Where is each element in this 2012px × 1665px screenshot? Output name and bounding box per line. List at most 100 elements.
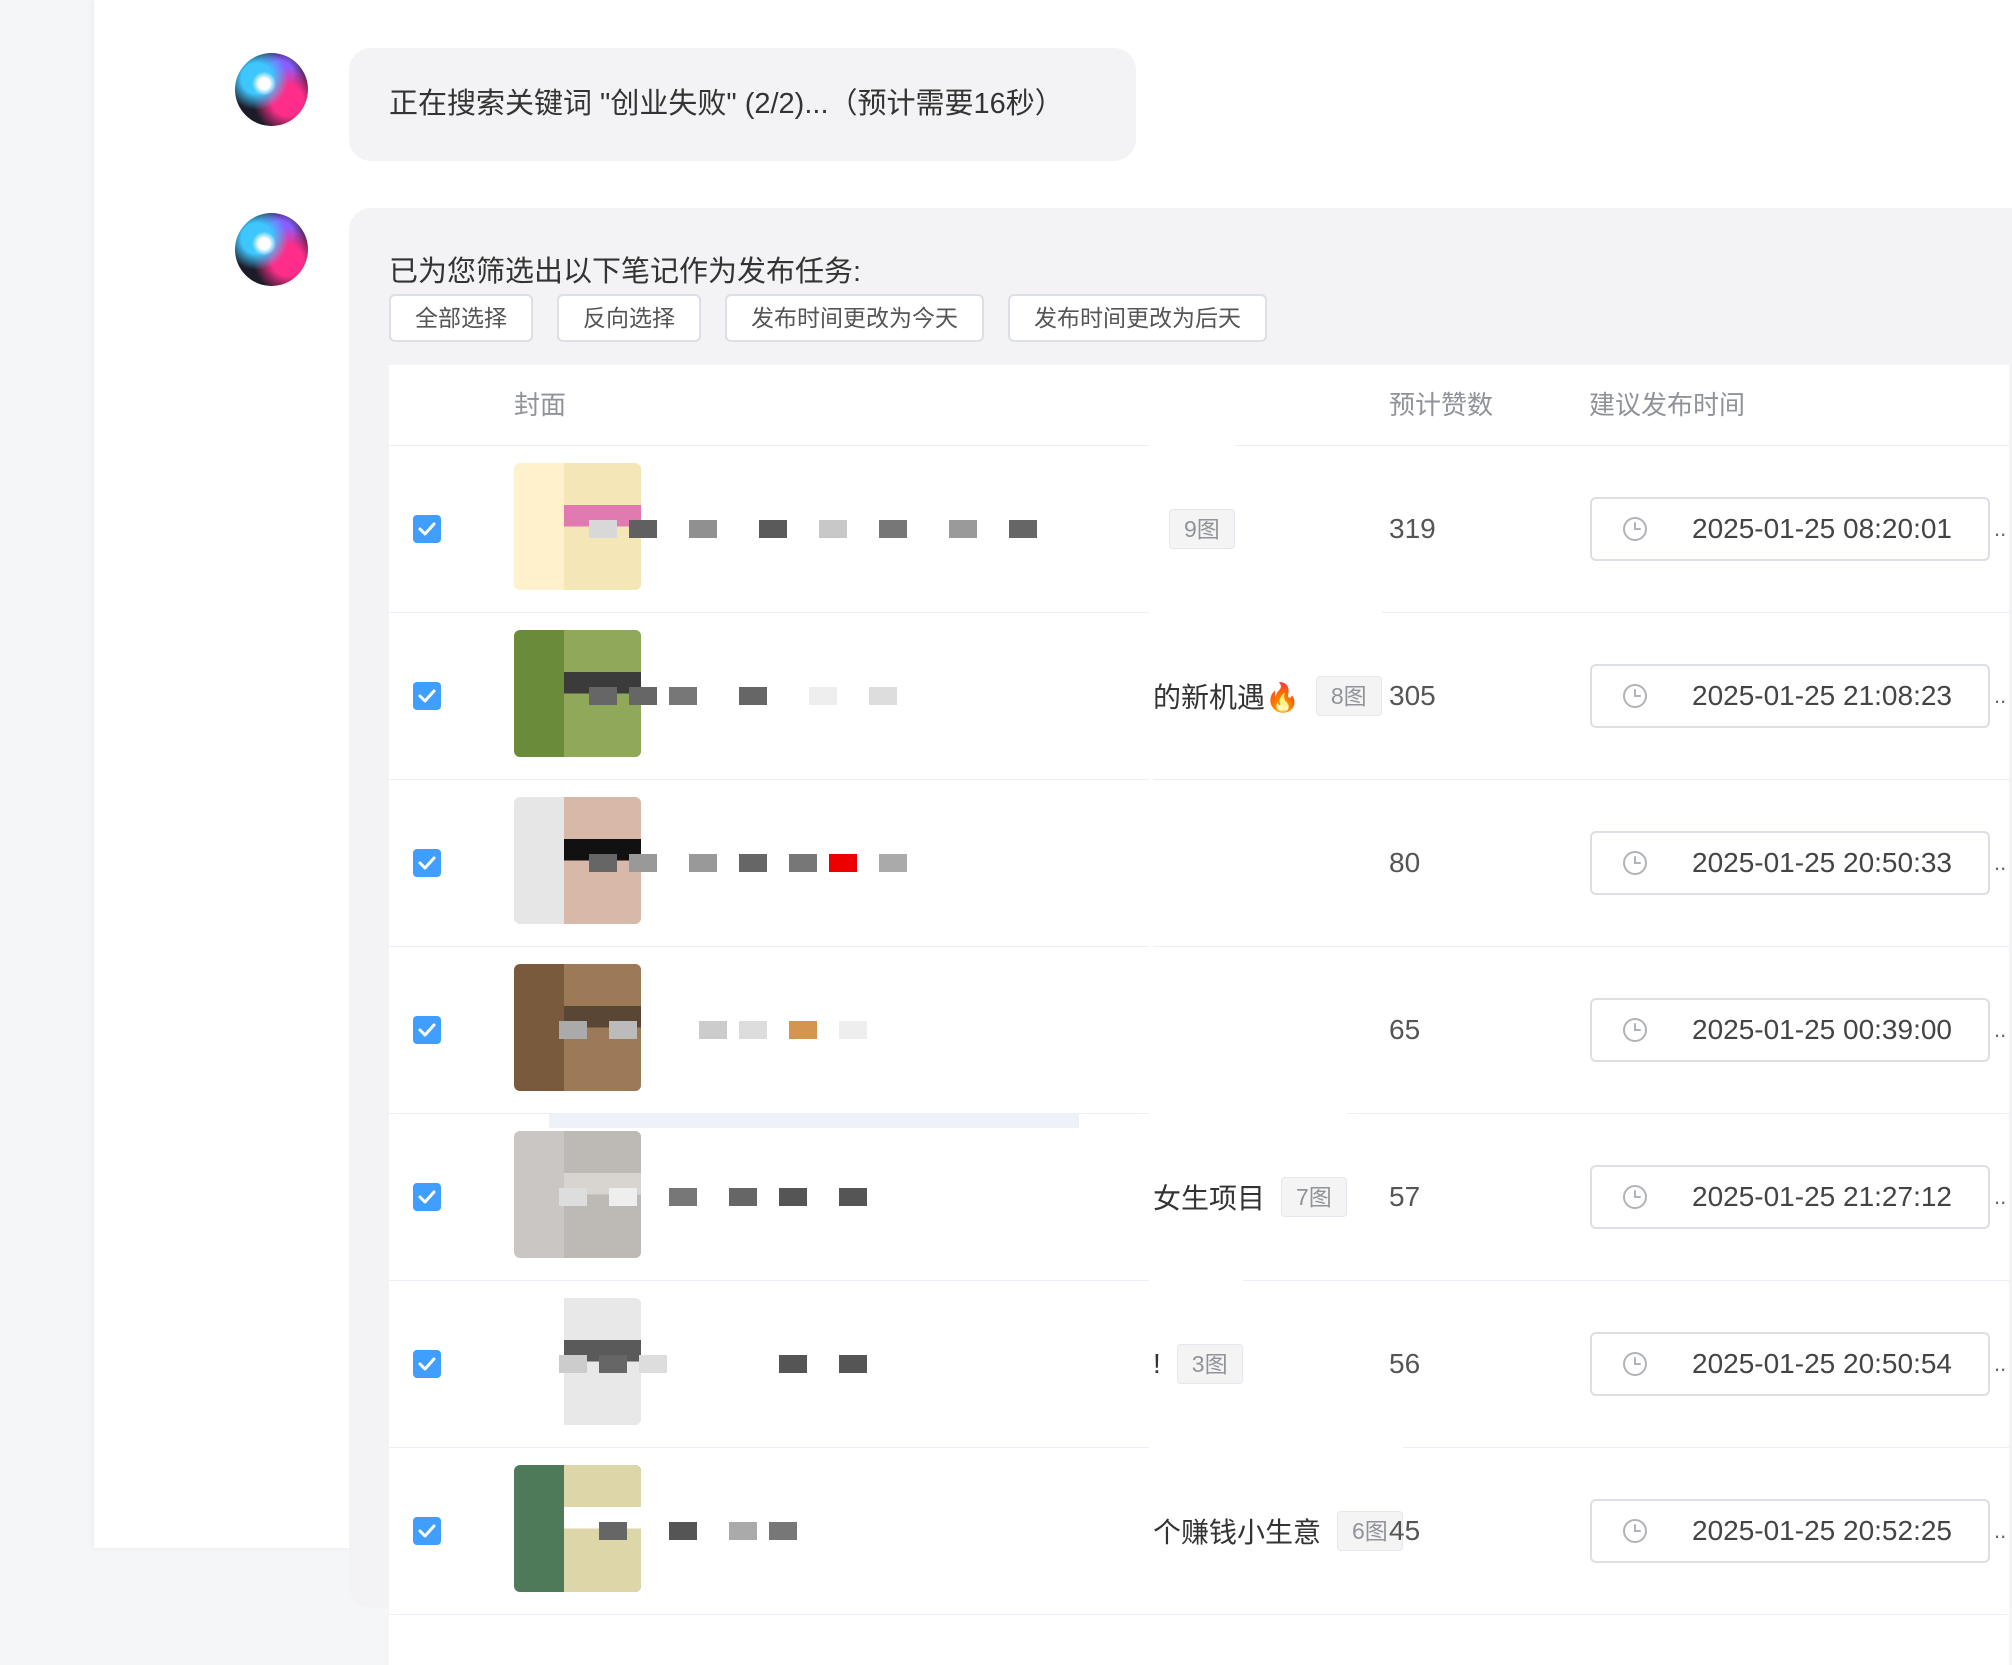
publish-time-value: 2025-01-25 00:39:00 bbox=[1692, 1014, 1952, 1045]
title-redaction-pixel bbox=[839, 1355, 867, 1373]
clock-icon bbox=[1623, 1519, 1647, 1543]
note-title-tail: 女生项目 7图 bbox=[1149, 1113, 1347, 1280]
title-redaction-pixel bbox=[839, 1188, 867, 1206]
select-all-button[interactable]: 全部选择 bbox=[389, 294, 533, 342]
title-redaction-pixel bbox=[739, 854, 767, 872]
assistant-avatar-icon bbox=[235, 53, 308, 126]
image-count-badge: 9图 bbox=[1169, 508, 1235, 549]
image-count-badge: 8图 bbox=[1315, 675, 1382, 716]
publish-time-value: 2025-01-25 20:50:33 bbox=[1692, 847, 1952, 878]
clock-icon bbox=[1623, 1185, 1647, 1209]
note-title-tail: ! 3图 bbox=[1149, 1280, 1243, 1447]
image-count-badge: 3图 bbox=[1176, 1343, 1243, 1384]
estimated-likes: 319 bbox=[1389, 513, 1436, 544]
row-checkbox[interactable] bbox=[413, 515, 441, 543]
publish-time-picker[interactable]: 2025-01-25 08:20:01 bbox=[1590, 497, 1990, 561]
note-title-cell bbox=[549, 1280, 1189, 1447]
note-title-tail: 个赚钱小生意 6图 bbox=[1149, 1447, 1403, 1614]
publish-time-value: 2025-01-25 20:52:25 bbox=[1692, 1515, 1952, 1546]
invert-selection-button[interactable]: 反向选择 bbox=[557, 294, 701, 342]
truncated-column-indicator: .. bbox=[1994, 850, 2007, 875]
title-redaction-pixel bbox=[949, 520, 977, 538]
title-redaction-pixel bbox=[769, 1522, 797, 1540]
clock-icon bbox=[1623, 684, 1647, 708]
table-row: 65 2025-01-25 00:39:00.. bbox=[389, 946, 2009, 1114]
title-redaction-pixel bbox=[809, 687, 837, 705]
note-title-cell bbox=[549, 779, 1189, 946]
row-checkbox[interactable] bbox=[413, 1183, 441, 1211]
result-intro-text: 已为您筛选出以下笔记作为发布任务: bbox=[389, 256, 862, 288]
title-redaction-pixel bbox=[559, 1021, 587, 1039]
note-title-text: 女生项目 bbox=[1153, 1182, 1266, 1214]
checkbox-checked-icon bbox=[418, 689, 436, 703]
status-message-text: 正在搜索关键词 "创业失败" (2/2)...（预计需要16秒） bbox=[389, 88, 1064, 120]
title-redaction-pixel bbox=[759, 520, 787, 538]
title-redaction-pixel bbox=[629, 854, 657, 872]
row-checkbox[interactable] bbox=[413, 682, 441, 710]
checkbox-checked-icon bbox=[418, 1524, 436, 1538]
title-redaction-pixel bbox=[589, 520, 617, 538]
publish-time-picker[interactable]: 2025-01-25 20:50:33 bbox=[1590, 831, 1990, 895]
table-row: 80 2025-01-25 20:50:33.. bbox=[389, 779, 2009, 947]
title-redaction-pixel bbox=[789, 1021, 817, 1039]
title-redaction-pixel bbox=[879, 520, 907, 538]
publish-time-picker[interactable]: 2025-01-25 20:50:54 bbox=[1590, 1332, 1990, 1396]
truncated-column-indicator: .. bbox=[1994, 516, 2007, 541]
assistant-avatar-icon bbox=[235, 213, 308, 286]
row-checkbox[interactable] bbox=[413, 1016, 441, 1044]
estimated-likes: 56 bbox=[1389, 1348, 1421, 1379]
title-redaction-pixel bbox=[689, 520, 717, 538]
note-title-text: 的新机遇🔥 bbox=[1153, 681, 1300, 713]
title-redaction-pixel bbox=[609, 1188, 637, 1206]
checkbox-checked-icon bbox=[418, 522, 436, 536]
estimated-likes: 45 bbox=[1389, 1515, 1421, 1546]
set-time-today-button[interactable]: 发布时间更改为今天 bbox=[725, 294, 984, 342]
title-redaction-pixel bbox=[839, 1021, 867, 1039]
publish-time-picker[interactable]: 2025-01-25 00:39:00 bbox=[1590, 998, 1990, 1062]
publish-time-value: 2025-01-25 08:20:01 bbox=[1692, 513, 1952, 544]
title-redaction-pixel bbox=[819, 520, 847, 538]
title-redaction-pixel bbox=[629, 520, 657, 538]
bulk-action-bar: 全部选择 反向选择 发布时间更改为今天 发布时间更改为后天 bbox=[389, 294, 1267, 342]
title-redaction-pixel bbox=[829, 854, 857, 872]
publish-time-value: 2025-01-25 21:27:12 bbox=[1692, 1181, 1952, 1212]
row-checkbox[interactable] bbox=[413, 849, 441, 877]
title-redaction-pixel bbox=[879, 854, 907, 872]
header-likes: 预计赞数 bbox=[1389, 390, 1494, 420]
estimated-likes: 57 bbox=[1389, 1181, 1421, 1212]
note-title-cell bbox=[549, 946, 1189, 1113]
truncated-column-indicator: .. bbox=[1994, 1184, 2007, 1209]
clock-icon bbox=[1623, 1352, 1647, 1376]
note-title-tail bbox=[1149, 779, 1153, 946]
truncated-column-indicator: .. bbox=[1994, 1017, 2007, 1042]
image-count-badge: 7图 bbox=[1281, 1176, 1347, 1217]
note-title-tail bbox=[1149, 946, 1153, 1113]
title-redaction-pixel bbox=[669, 687, 697, 705]
set-time-day-after-tomorrow-button[interactable]: 发布时间更改为后天 bbox=[1008, 294, 1267, 342]
truncated-column-indicator: .. bbox=[1994, 1351, 2007, 1376]
estimated-likes: 80 bbox=[1389, 847, 1421, 878]
note-title-text: 个赚钱小生意 bbox=[1153, 1516, 1322, 1548]
table-row: 女生项目 7图 57 2025-01-25 21:27:12.. bbox=[389, 1113, 2009, 1281]
title-redaction-pixel bbox=[789, 854, 817, 872]
title-redaction-pixel bbox=[1009, 520, 1037, 538]
note-title-cell bbox=[549, 1447, 1189, 1614]
row-checkbox[interactable] bbox=[413, 1350, 441, 1378]
table-row: 个赚钱小生意 6图 45 2025-01-25 20:52:25.. bbox=[389, 1447, 2009, 1615]
note-title-cell bbox=[549, 612, 1189, 779]
title-redaction-pixel bbox=[589, 854, 617, 872]
publish-time-picker[interactable]: 2025-01-25 21:08:23 bbox=[1590, 664, 1990, 728]
checkbox-checked-icon bbox=[418, 1190, 436, 1204]
row-checkbox[interactable] bbox=[413, 1517, 441, 1545]
header-cover: 封面 bbox=[514, 390, 567, 420]
clock-icon bbox=[1623, 517, 1647, 541]
publish-time-picker[interactable]: 2025-01-25 21:27:12 bbox=[1590, 1165, 1990, 1229]
title-redaction-pixel bbox=[589, 687, 617, 705]
title-redaction-pixel bbox=[609, 1021, 637, 1039]
publish-time-picker[interactable]: 2025-01-25 20:52:25 bbox=[1590, 1499, 1990, 1563]
title-redaction-pixel bbox=[669, 1188, 697, 1206]
table-row: 的新机遇🔥 8图 305 2025-01-25 21:08:23.. bbox=[389, 612, 2009, 780]
truncated-column-indicator: .. bbox=[1994, 683, 2007, 708]
title-redaction-pixel bbox=[729, 1188, 757, 1206]
clock-icon bbox=[1623, 851, 1647, 875]
